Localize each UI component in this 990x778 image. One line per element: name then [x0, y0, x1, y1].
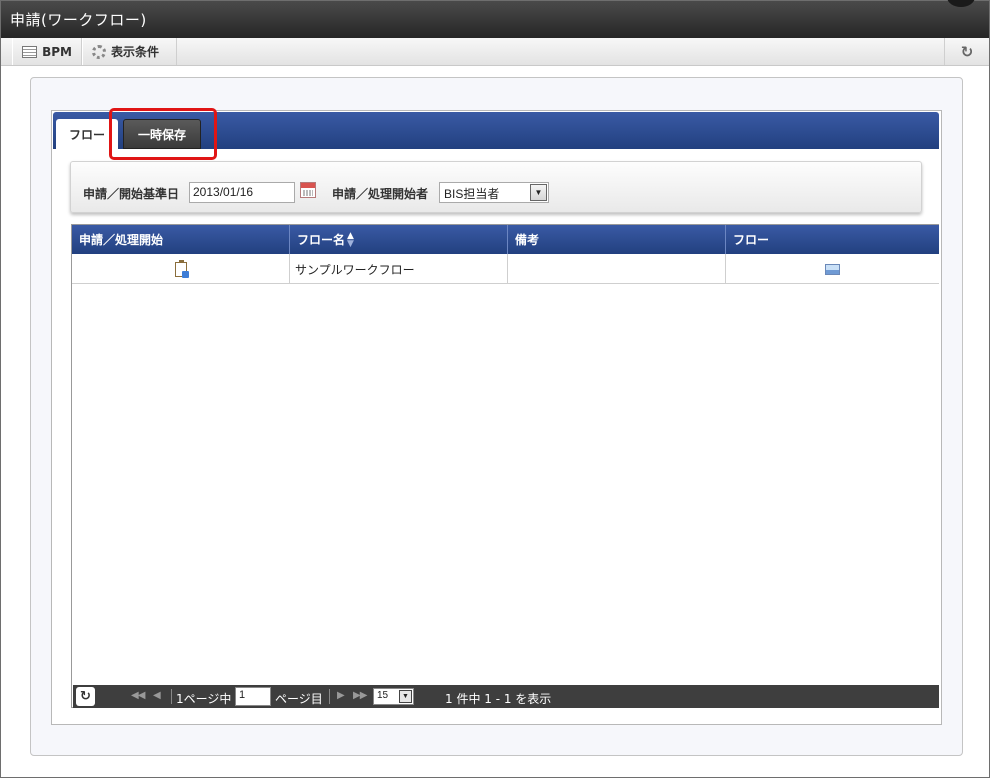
- display-conditions-label: 表示条件: [111, 45, 160, 59]
- prev-page-icon[interactable]: ◀: [153, 690, 161, 701]
- grid-header: 申請／処理開始 フロー名 ▲ ▼ 備考 フロー: [72, 225, 939, 254]
- column-header-remarks[interactable]: 備考: [508, 225, 726, 254]
- first-page-icon[interactable]: ◀◀: [131, 690, 145, 701]
- bpm-icon: [22, 45, 38, 58]
- page-size-select[interactable]: 15 ▼: [373, 688, 414, 705]
- page-size-value: 15: [377, 690, 389, 701]
- remarks-cell: [508, 254, 726, 284]
- sort-icon: ▲ ▼: [347, 230, 354, 249]
- page-suffix-text: ページ目: [275, 692, 323, 706]
- bpm-button[interactable]: BPM: [12, 38, 82, 65]
- pager: ↻ ◀◀ ◀ 1ページ中 1 ページ目 ▶ ▶▶ 15 ▼ 1 件中 1 - 1…: [73, 685, 939, 708]
- clipboard-icon[interactable]: [174, 259, 189, 278]
- refresh-icon: ↻: [960, 42, 974, 61]
- search-panel: 申請／開始基準日 2013/01/16 申請／処理開始者 BIS担当者 ▼: [70, 161, 922, 213]
- bpm-label: BPM: [42, 44, 72, 59]
- date-label: 申請／開始基準日: [83, 187, 180, 201]
- last-page-icon[interactable]: ▶▶: [353, 690, 367, 701]
- flow-cell[interactable]: [726, 254, 939, 284]
- column-header-flow-name-label: フロー名: [297, 233, 346, 247]
- next-page-icon[interactable]: ▶: [337, 690, 345, 701]
- pager-summary: 1 件中 1 - 1 を表示: [445, 692, 552, 706]
- display-conditions-button[interactable]: 表示条件: [82, 38, 177, 65]
- title-bar: 申請(ワークフロー): [1, 0, 989, 38]
- window-corner-decoration: [947, 0, 975, 7]
- user-label: 申請／処理開始者: [332, 187, 429, 201]
- calendar-icon[interactable]: [300, 182, 316, 198]
- refresh-button[interactable]: ↻: [944, 38, 989, 65]
- window-title: 申請(ワークフロー): [10, 11, 147, 29]
- chevron-down-icon: ▼: [399, 690, 412, 703]
- page-prefix-text: 1ページ中: [176, 692, 232, 706]
- pager-separator: [171, 689, 172, 704]
- start-cell[interactable]: [72, 254, 290, 284]
- user-select[interactable]: BIS担当者 ▼: [439, 182, 549, 203]
- highlight-box: [109, 108, 217, 160]
- date-input[interactable]: 2013/01/16: [189, 182, 295, 203]
- chevron-down-icon: ▼: [530, 184, 547, 201]
- pager-separator: [329, 689, 330, 704]
- pager-refresh-button[interactable]: ↻: [76, 687, 95, 706]
- column-header-flow[interactable]: フロー: [726, 225, 939, 254]
- table-row[interactable]: サンプルワークフロー: [72, 254, 939, 284]
- window-frame: 申請(ワークフロー) BPM 表示条件 ↻ フロー 一時保存 申請／開始基準日 …: [0, 0, 990, 778]
- gear-icon: [92, 44, 106, 59]
- flow-grid: 申請／処理開始 フロー名 ▲ ▼ 備考 フロー サンプルワークフロー ↻ ◀◀ ◀…: [71, 224, 939, 708]
- user-select-value: BIS担当者: [444, 187, 500, 201]
- image-icon[interactable]: [825, 263, 840, 275]
- column-header-flow-name[interactable]: フロー名 ▲ ▼: [290, 225, 508, 254]
- page-number-input[interactable]: 1: [235, 687, 271, 706]
- flow-name-cell: サンプルワークフロー: [290, 254, 508, 284]
- column-header-start[interactable]: 申請／処理開始: [72, 225, 290, 254]
- toolbar: BPM 表示条件 ↻: [1, 38, 989, 66]
